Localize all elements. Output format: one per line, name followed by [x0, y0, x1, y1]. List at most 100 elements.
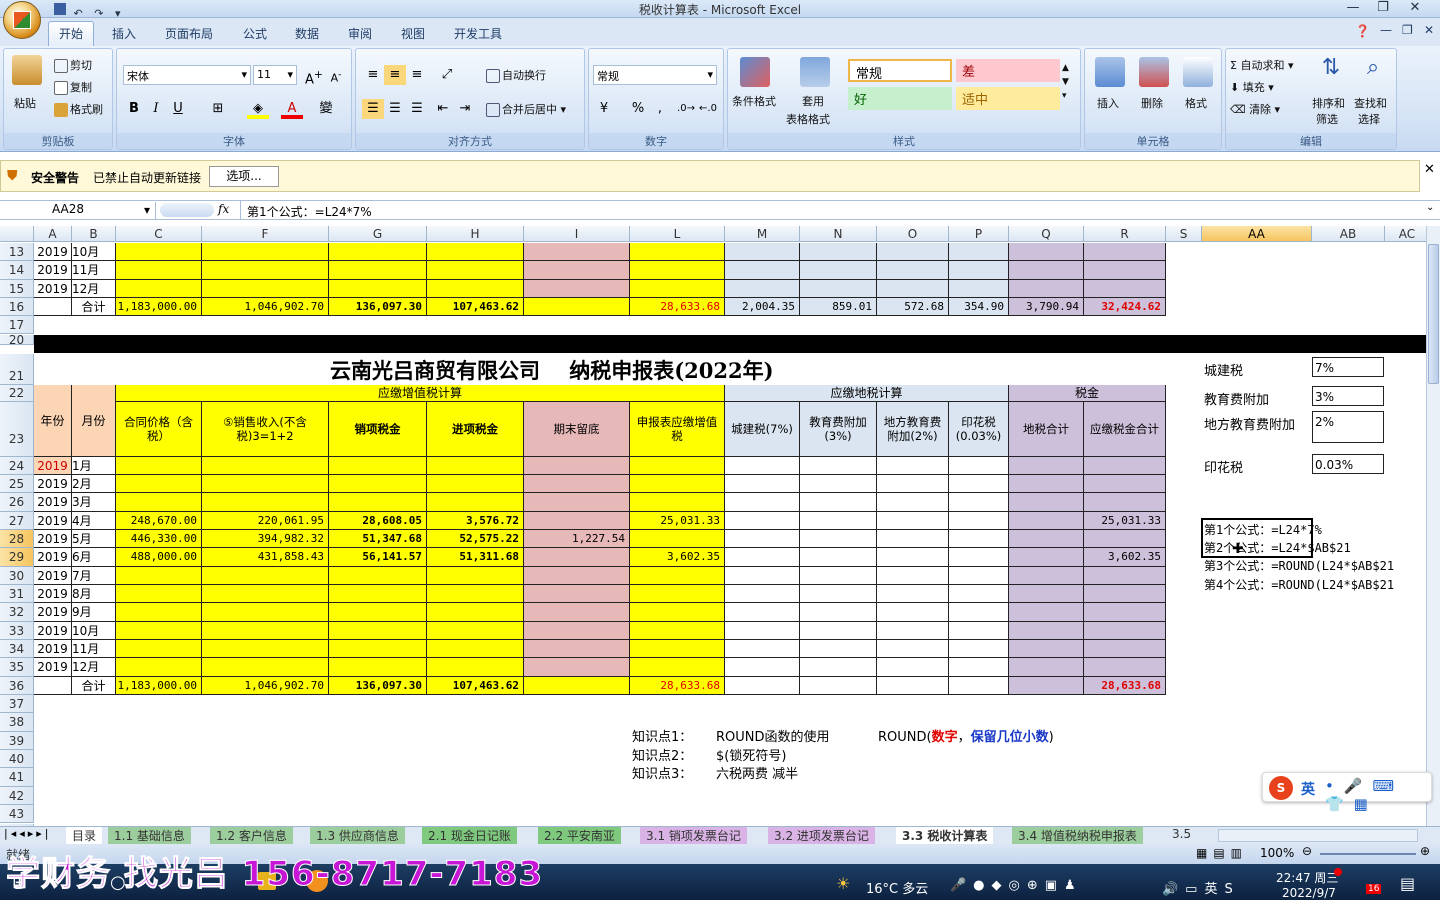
data-cell[interactable]: [949, 261, 1009, 280]
total-label[interactable]: 合计: [72, 676, 116, 696]
data-cell[interactable]: [202, 261, 329, 280]
data-cell[interactable]: [524, 279, 630, 298]
carry-forward-cell[interactable]: [524, 621, 630, 640]
input-tax-cell[interactable]: [427, 640, 524, 659]
worksheet-grid[interactable]: A B C F G H I L M N O P Q R S AA AB AC 13 2019 10月 14 2019 11月 1…: [0, 226, 1426, 826]
local-tax-cell[interactable]: [877, 493, 949, 512]
zoom-slider[interactable]: [1320, 853, 1416, 855]
input-tax-cell[interactable]: [427, 658, 524, 677]
local-tax-cell[interactable]: [949, 474, 1009, 494]
local-tax-cell[interactable]: [725, 658, 800, 677]
column-header-i[interactable]: I: [524, 226, 630, 242]
data-cell[interactable]: [1084, 243, 1166, 262]
carry-forward-cell[interactable]: [524, 511, 630, 530]
column-header-s[interactable]: S: [1166, 226, 1202, 242]
local-tax-cell[interactable]: [877, 456, 949, 475]
clock-date[interactable]: 2022/9/7: [1282, 886, 1336, 900]
align-center-icon[interactable]: ☰: [384, 99, 406, 119]
sales-income-cell[interactable]: [202, 658, 329, 677]
row-header[interactable]: 38: [0, 713, 34, 732]
sheet-tab[interactable]: 2.2 平安南亚: [538, 827, 621, 844]
local-tax-cell[interactable]: [877, 529, 949, 549]
workbook-close-icon[interactable]: ✕: [1424, 23, 1434, 37]
vertical-scroll-thumb[interactable]: [1428, 244, 1439, 384]
output-tax-cell[interactable]: [329, 493, 427, 512]
number-format-select[interactable]: 常规 ▾: [593, 65, 717, 85]
italic-button[interactable]: I: [145, 99, 167, 119]
total-cell[interactable]: [34, 676, 72, 696]
contract-price-cell[interactable]: [116, 566, 202, 585]
local-tax-cell[interactable]: [949, 621, 1009, 640]
input-tax-cell[interactable]: [427, 456, 524, 475]
local-tax-cell[interactable]: [949, 566, 1009, 585]
row-header[interactable]: 29: [0, 548, 34, 567]
local-tax-cell[interactable]: [725, 456, 800, 475]
ribbon-restore-icon[interactable]: ❐: [1402, 23, 1413, 37]
data-cell[interactable]: [524, 243, 630, 262]
sales-income-cell[interactable]: [202, 456, 329, 475]
total-value-f[interactable]: 1,046,902.70: [202, 297, 329, 317]
tab-home[interactable]: 开始: [48, 21, 95, 47]
tax-total-cell[interactable]: [1084, 640, 1166, 659]
row-header[interactable]: 23: [0, 401, 34, 457]
data-cell[interactable]: [877, 261, 949, 280]
contract-price-cell[interactable]: [116, 456, 202, 475]
comma-icon[interactable]: ,: [649, 99, 671, 119]
total-value-m[interactable]: 2,004.35: [725, 297, 800, 317]
tab-data[interactable]: 数据: [295, 25, 319, 42]
increase-indent-icon[interactable]: ⇥: [454, 99, 476, 119]
row-header[interactable]: 21: [0, 353, 34, 385]
sales-income-cell[interactable]: [202, 640, 329, 659]
sales-income-cell[interactable]: [202, 493, 329, 512]
row-header[interactable]: 33: [0, 621, 34, 640]
local-tax-cell[interactable]: [725, 511, 800, 530]
total-sales[interactable]: 1,046,902.70: [202, 676, 329, 696]
column-header-l[interactable]: L: [630, 226, 725, 242]
data-cell[interactable]: [800, 243, 877, 262]
row-header[interactable]: 13: [0, 243, 34, 262]
output-tax-cell[interactable]: [329, 584, 427, 604]
column-header-c[interactable]: C: [116, 226, 202, 242]
sheet-nav-icons[interactable]: |◂◂▸▸|: [4, 827, 52, 840]
tab-insert[interactable]: 插入: [112, 25, 136, 42]
row-header[interactable]: 22: [0, 384, 34, 402]
namebox-dropdown-icon[interactable]: ▾: [144, 203, 150, 217]
data-cell[interactable]: [800, 261, 877, 280]
total-carry[interactable]: [524, 676, 630, 696]
month-cell[interactable]: 6月: [72, 548, 116, 567]
month-cell[interactable]: 1月: [72, 456, 116, 475]
output-tax-cell[interactable]: [329, 640, 427, 659]
local-tax-cell[interactable]: [800, 474, 877, 494]
horizontal-scrollbar[interactable]: [1218, 829, 1418, 842]
vat-payable-cell[interactable]: [630, 456, 725, 475]
align-left-icon[interactable]: ☰: [362, 99, 384, 119]
row-header[interactable]: 20: [0, 334, 34, 346]
bold-button[interactable]: B: [123, 99, 145, 119]
input-tax-cell[interactable]: [427, 474, 524, 494]
underline-button[interactable]: U: [167, 99, 189, 119]
vat-payable-cell[interactable]: [630, 566, 725, 585]
paste-button[interactable]: 粘贴: [14, 95, 36, 111]
decrease-indent-icon[interactable]: ⇤: [432, 99, 454, 119]
row-header[interactable]: 31: [0, 584, 34, 604]
local-tax-cell[interactable]: [725, 474, 800, 494]
row-header[interactable]: 14: [0, 261, 34, 280]
year-cell[interactable]: 2019: [34, 279, 72, 298]
tax-total-cell[interactable]: [1084, 584, 1166, 604]
currency-icon[interactable]: ¥: [593, 99, 615, 119]
data-cell[interactable]: [630, 261, 725, 280]
tax-total-cell[interactable]: [1084, 658, 1166, 677]
find-select-button[interactable]: 查找和: [1354, 95, 1387, 111]
local-tax-total-cell[interactable]: [1009, 584, 1084, 604]
row-header[interactable]: 43: [0, 805, 34, 824]
align-top-icon[interactable]: ≡: [362, 65, 384, 85]
decrease-decimal-icon[interactable]: ←.0: [697, 99, 719, 119]
year-cell[interactable]: 2019: [34, 621, 72, 640]
save-icon[interactable]: [54, 3, 66, 15]
local-tax-cell[interactable]: [800, 566, 877, 585]
year-cell[interactable]: 2019: [34, 548, 72, 567]
local-tax-total-cell[interactable]: [1009, 529, 1084, 549]
carry-forward-cell[interactable]: [524, 474, 630, 494]
action-center-icon[interactable]: ▤: [1400, 874, 1415, 893]
local-tax-cell[interactable]: [725, 548, 800, 567]
